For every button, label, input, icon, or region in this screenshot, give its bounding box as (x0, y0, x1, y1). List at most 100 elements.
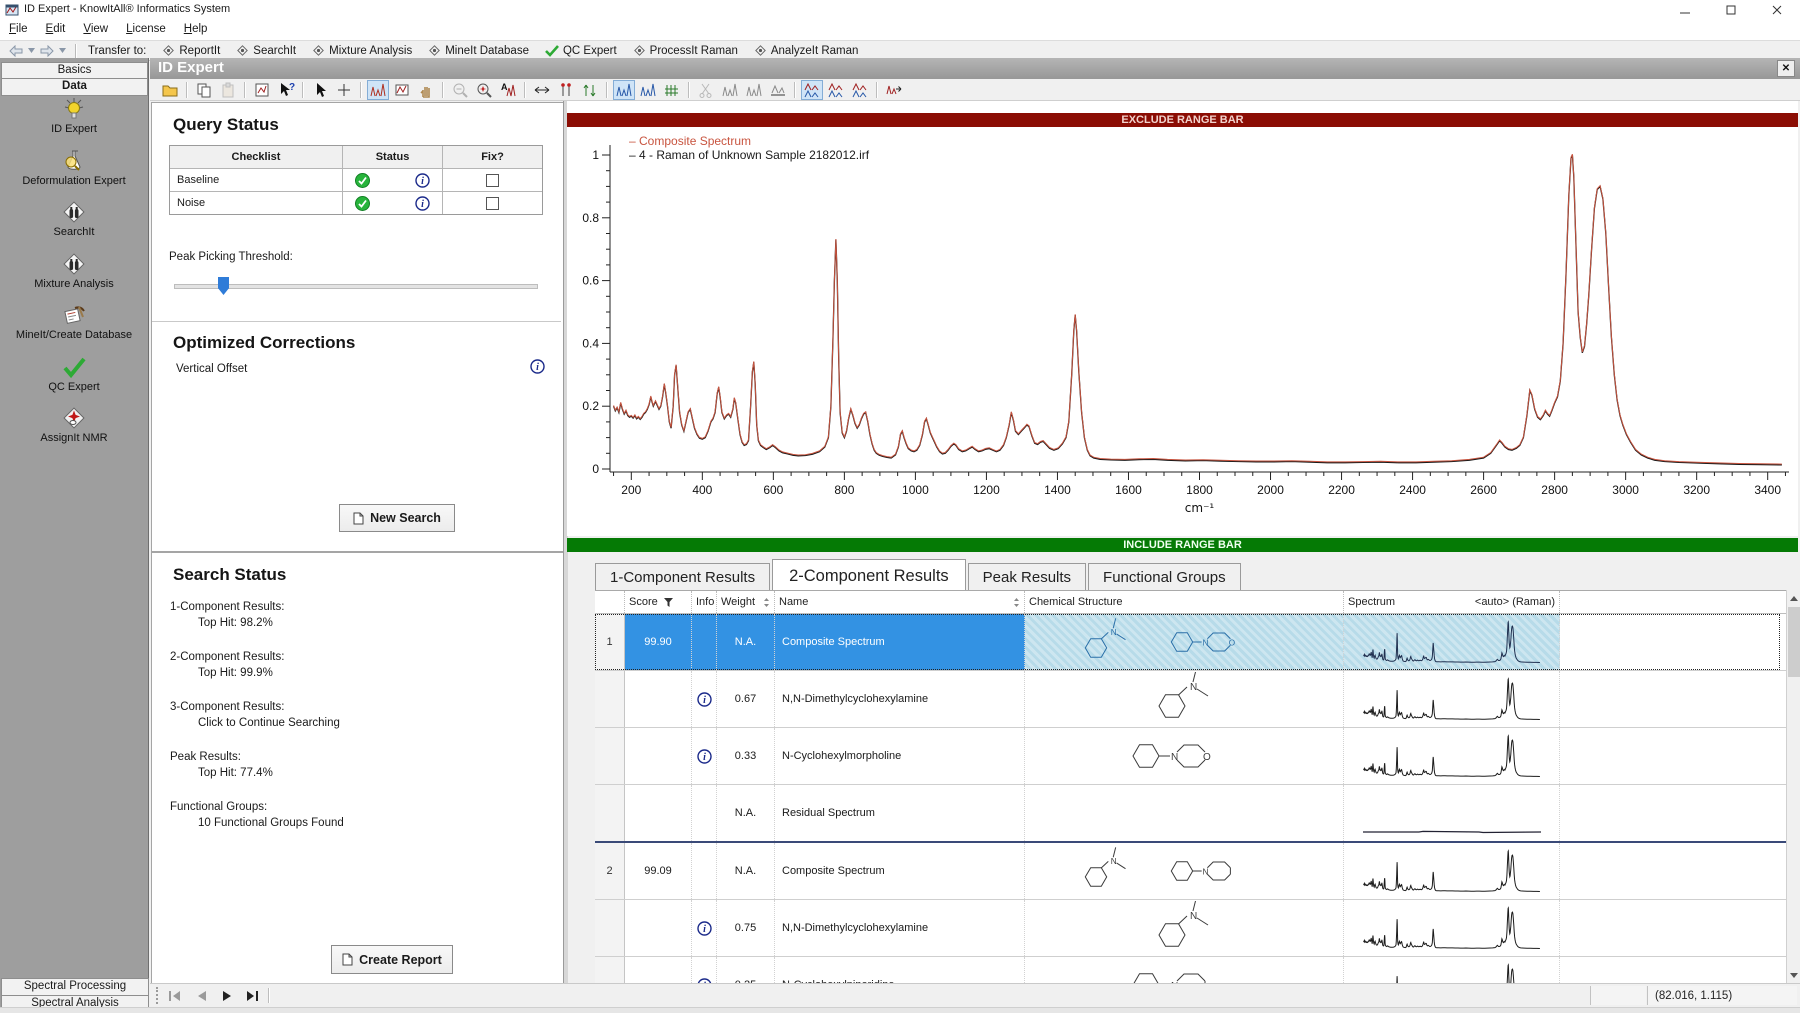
pan-hand-icon[interactable] (415, 80, 437, 100)
panel-close-icon[interactable]: ✕ (1777, 60, 1795, 77)
transfer-button-mixture-analysis[interactable]: Mixture Analysis (304, 43, 420, 58)
sidebar-tab-spectral-processing[interactable]: Spectral Processing (1, 978, 149, 996)
transfer-button-mineit-database[interactable]: MineIt Database (420, 43, 537, 58)
next-record-icon[interactable] (216, 986, 238, 1005)
sidebar-item-mixture-analysis[interactable]: Mixture Analysis (0, 251, 148, 290)
display-stack-icon[interactable] (637, 80, 659, 100)
peak-arrows-icon[interactable] (579, 80, 601, 100)
sidebar-item-mineit-create-database[interactable]: MineIt/Create Database (0, 302, 148, 341)
sidebar-item-deformulation-expert[interactable]: Deformulation Expert (0, 148, 148, 187)
header-spectrum[interactable]: Spectrum<auto> (Raman) (1344, 591, 1560, 613)
frame-view-icon[interactable] (391, 80, 413, 100)
info-cell[interactable]: i (692, 957, 717, 984)
sidebar-item-assignit-nmr[interactable]: AssignIt NMR (0, 405, 148, 444)
display-single-icon[interactable] (613, 80, 635, 100)
spectrum-chart[interactable]: 2004006008001000120014001600180020002200… (567, 127, 1798, 536)
menu-item-edit[interactable]: Edit (37, 20, 75, 38)
forward-icon[interactable] (39, 45, 55, 57)
create-report-button[interactable]: Create Report (331, 945, 453, 974)
sidebar-item-qc-expert[interactable]: QC Expert (0, 354, 148, 393)
info-icon[interactable]: i (415, 196, 430, 211)
tab-1-component-results[interactable]: 1-Component Results (595, 563, 770, 590)
scroll-down-icon[interactable] (1787, 967, 1800, 983)
scroll-up-icon[interactable] (1787, 590, 1800, 606)
peak-labels-icon[interactable]: A (497, 80, 519, 100)
last-record-icon[interactable] (242, 986, 264, 1005)
cut-region-icon[interactable] (695, 80, 717, 100)
header-name[interactable]: Name (775, 591, 1025, 613)
info-icon[interactable]: i (697, 692, 712, 707)
header-weight[interactable]: Weight (717, 591, 775, 613)
result-row-3[interactable]: i0.33N-CyclohexylmorpholineNO (595, 728, 1786, 785)
select-cursor-icon[interactable] (309, 80, 331, 100)
copy-icon[interactable] (193, 80, 215, 100)
header-score[interactable]: Score (625, 591, 692, 613)
close-button[interactable] (1754, 0, 1800, 20)
expand-x-icon[interactable] (531, 80, 553, 100)
menu-item-license[interactable]: License (117, 20, 175, 38)
sidebar-item-searchit[interactable]: SearchIt (0, 199, 148, 238)
sidebar-item-id-expert[interactable]: ID Expert (0, 96, 148, 135)
new-search-button[interactable]: New Search (339, 504, 455, 532)
info-cell[interactable]: i (692, 728, 717, 784)
group-value[interactable]: Click to Continue Searching (170, 717, 340, 729)
spectrum-gray-a-icon[interactable] (719, 80, 741, 100)
tab-peak-results[interactable]: Peak Results (968, 563, 1086, 590)
spectrum-view-icon[interactable] (367, 80, 389, 100)
result-row-1[interactable]: 199.90N.A.Composite SpectrumNNO (595, 614, 1786, 671)
info-icon[interactable]: i (415, 173, 430, 188)
result-row-6[interactable]: i0.75N,N-DimethylcyclohexylamineN (595, 900, 1786, 957)
overlay-spectra-icon[interactable] (801, 80, 823, 100)
context-help-icon[interactable]: ? (275, 80, 297, 100)
slider-thumb[interactable] (218, 277, 229, 295)
exclude-range-bar[interactable]: EXCLUDE RANGE BAR (567, 113, 1798, 127)
tab-2-component-results[interactable]: 2-Component Results (772, 559, 966, 591)
maximize-button[interactable] (1708, 0, 1754, 20)
info-cell[interactable]: i (692, 671, 717, 727)
info-icon[interactable]: i (697, 921, 712, 936)
header-blank[interactable] (595, 591, 625, 613)
fix-checkbox[interactable] (486, 174, 499, 187)
transfer-spectrum-icon[interactable] (883, 80, 905, 100)
result-row-2[interactable]: i0.67N,N-DimethylcyclohexylamineN (595, 671, 1786, 728)
back-icon[interactable] (8, 45, 24, 57)
previous-record-icon[interactable] (190, 986, 212, 1005)
fix-checkbox[interactable] (486, 197, 499, 210)
zoom-out-icon[interactable] (449, 80, 471, 100)
result-row-4[interactable]: N.A.Residual Spectrum (595, 785, 1786, 843)
pick-peaks-icon[interactable] (555, 80, 577, 100)
menu-item-file[interactable]: File (0, 20, 37, 38)
minimize-button[interactable] (1662, 0, 1708, 20)
header-filler[interactable] (1560, 591, 1786, 613)
display-grid-icon[interactable] (661, 80, 683, 100)
scroll-thumb[interactable] (1788, 607, 1800, 677)
stack-spectra-2-icon[interactable] (849, 80, 871, 100)
menu-item-view[interactable]: View (74, 20, 117, 38)
results-scrollbar[interactable] (1786, 590, 1800, 983)
zoom-region-icon[interactable] (473, 80, 495, 100)
result-row-7[interactable]: i0.25N-CyclohexylpiperidineN (595, 957, 1786, 984)
transfer-button-qc-expert[interactable]: QC Expert (537, 44, 625, 58)
transfer-button-searchit[interactable]: SearchIt (228, 43, 304, 58)
info-icon[interactable]: i (530, 359, 545, 374)
header-info[interactable]: Info (692, 591, 717, 613)
transfer-button-reportit[interactable]: ReportIt (154, 43, 228, 58)
first-record-icon[interactable] (164, 986, 186, 1005)
forward-dropdown-icon[interactable] (59, 48, 66, 53)
info-icon[interactable]: i (697, 749, 712, 764)
stack-spectra-icon[interactable] (825, 80, 847, 100)
include-range-bar[interactable]: INCLUDE RANGE BAR (567, 538, 1798, 552)
open-file-icon[interactable] (159, 80, 181, 100)
paste-icon[interactable] (217, 80, 239, 100)
sidebar-tab-data[interactable]: Data (1, 78, 148, 96)
report-view-icon[interactable] (251, 80, 273, 100)
peak-picking-threshold-slider[interactable] (174, 277, 536, 295)
info-cell[interactable]: i (692, 900, 717, 956)
transfer-button-processit-raman[interactable]: ProcessIt Raman (625, 43, 746, 58)
menu-item-help[interactable]: Help (175, 20, 217, 38)
back-dropdown-icon[interactable] (28, 48, 35, 53)
crosshair-tool-icon[interactable] (333, 80, 355, 100)
tab-functional-groups[interactable]: Functional Groups (1088, 563, 1241, 590)
baseline-tool-icon[interactable] (767, 80, 789, 100)
result-row-5[interactable]: 299.09N.A.Composite SpectrumNN (595, 843, 1786, 900)
